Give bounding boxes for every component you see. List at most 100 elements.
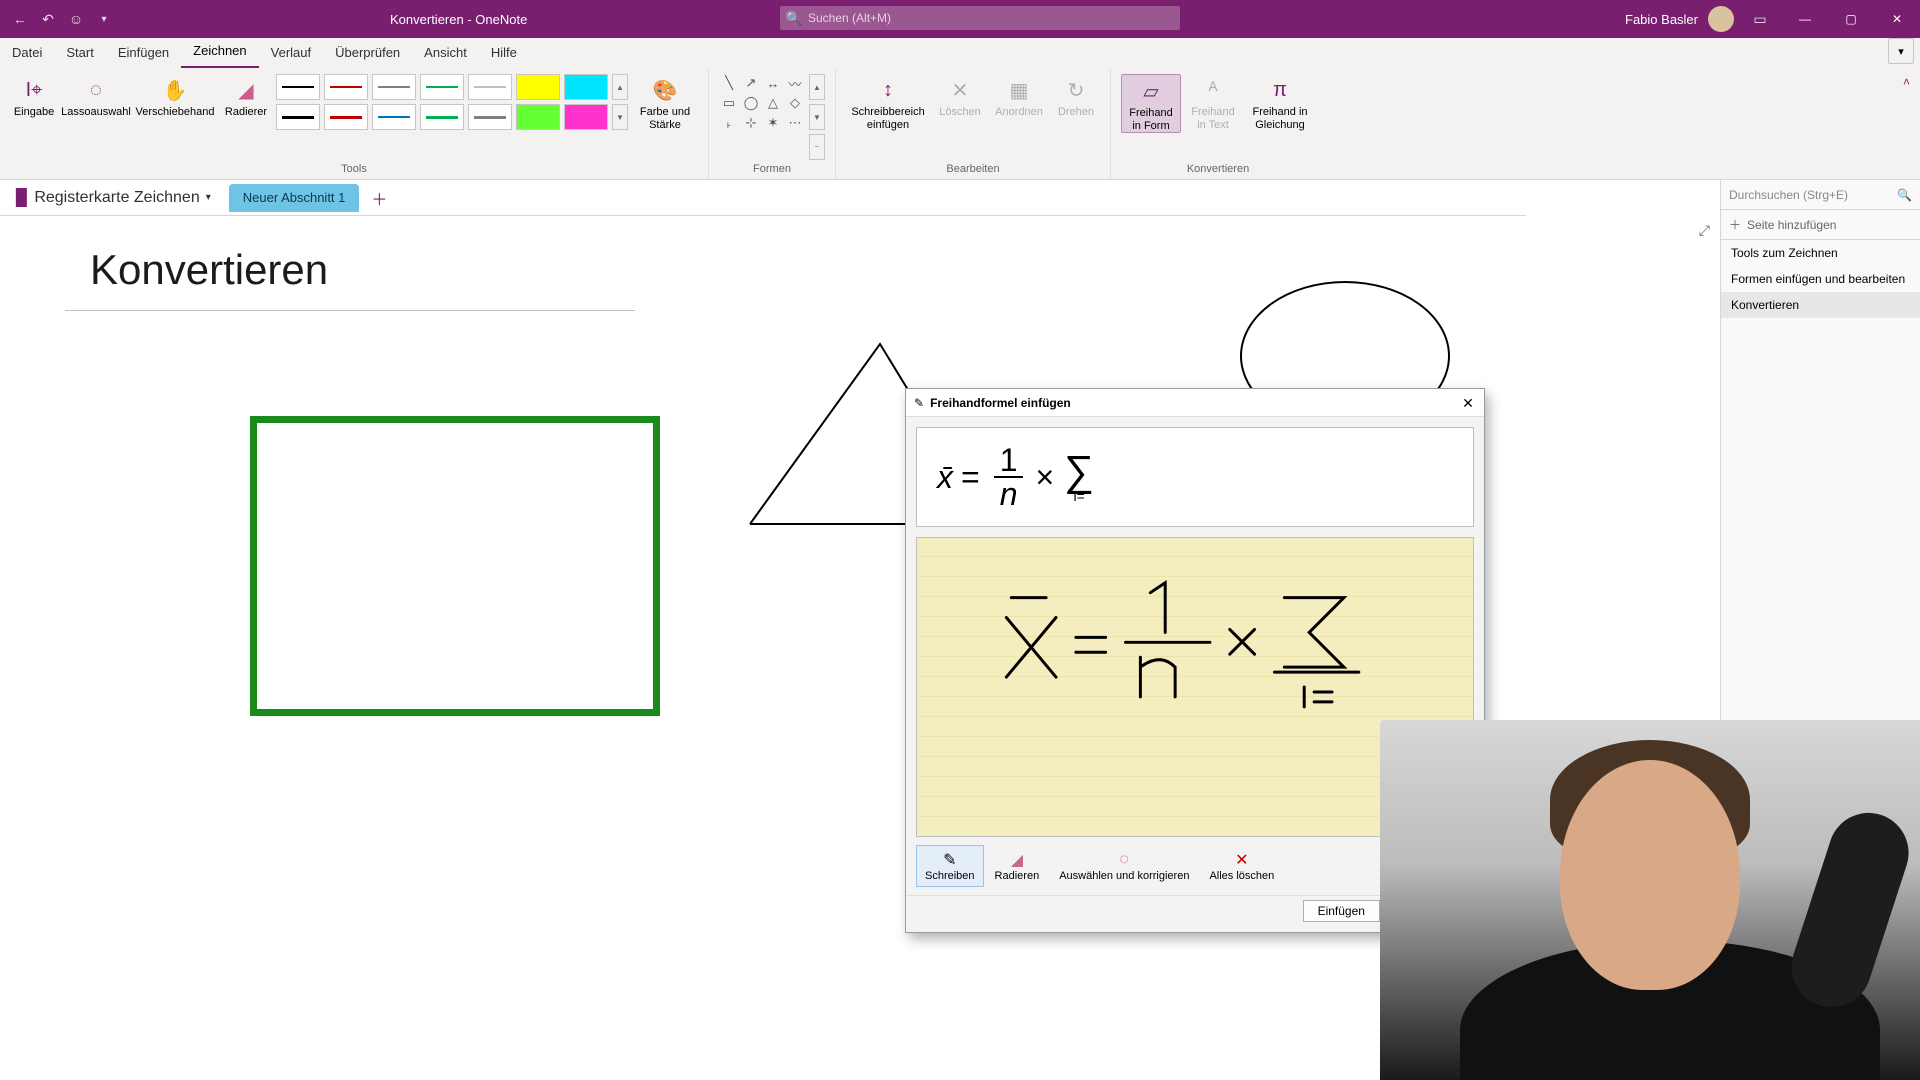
page-search[interactable]: Durchsuchen (Strg+E) 🔍	[1721, 180, 1920, 210]
tab-verlauf[interactable]: Verlauf	[259, 39, 323, 68]
hand-icon: ✋	[161, 76, 189, 104]
page-item-0[interactable]: Tools zum Zeichnen	[1721, 240, 1920, 266]
page-item-2[interactable]: Konvertieren	[1721, 292, 1920, 318]
window-title: Konvertieren - OneNote	[390, 12, 527, 27]
shape-double-arrow[interactable]: ↔	[763, 74, 783, 92]
shape-rect[interactable]: ▭	[719, 94, 739, 112]
tool-write[interactable]: ✎ Schreiben	[916, 845, 984, 887]
pen-silver[interactable]	[468, 74, 512, 100]
undo-icon[interactable]: ↶	[40, 11, 56, 27]
gallery-more-icon[interactable]: ▼	[612, 104, 628, 130]
gallery-up-icon[interactable]: ▲	[612, 74, 628, 100]
shape-triangle[interactable]: △	[763, 94, 783, 112]
pen-red[interactable]	[324, 74, 368, 100]
delete-icon: ✕	[946, 76, 974, 104]
ink-to-shape-button[interactable]: ▱ Freihand in Form	[1121, 74, 1181, 133]
emoji-icon[interactable]: ☺	[68, 11, 84, 27]
eraser-button[interactable]: ◢ Radierer	[220, 74, 272, 119]
pen-blue[interactable]	[372, 104, 416, 130]
dialog-insert-button[interactable]: Einfügen	[1303, 900, 1380, 922]
ribbon-display-icon[interactable]: ▭	[1752, 11, 1768, 27]
shape-axis[interactable]: ˫	[719, 114, 739, 132]
qat-dropdown-icon[interactable]: ▾	[96, 11, 112, 27]
shapes-down-icon[interactable]: ▼	[809, 104, 825, 130]
page-title[interactable]: Konvertieren	[90, 246, 328, 294]
title-bar: ← ↶ ☺ ▾ Konvertieren - OneNote 🔍 Fabio B…	[0, 0, 1920, 38]
shape-curve[interactable]: 〰	[785, 74, 805, 92]
section-tab[interactable]: Neuer Abschnitt 1	[229, 184, 360, 212]
ribbon: I⌖ Eingabe ◌ Lassoauswahl ✋ Verschiebeha…	[0, 68, 1920, 180]
shape-diamond[interactable]: ◇	[785, 94, 805, 112]
lasso-button[interactable]: ◌ Lassoauswahl	[62, 74, 130, 119]
user-avatar[interactable]	[1708, 6, 1734, 32]
shape-line[interactable]: ╲	[719, 74, 739, 92]
tab-zeichnen[interactable]: Zeichnen	[181, 37, 258, 68]
pen-green-thick[interactable]	[420, 104, 464, 130]
pen-black-thin[interactable]	[276, 74, 320, 100]
shape-more[interactable]: ⋯	[785, 114, 805, 132]
tab-einfuegen[interactable]: Einfügen	[106, 39, 181, 68]
close-window-button[interactable]: ✕	[1874, 0, 1920, 38]
tab-datei[interactable]: Datei	[0, 39, 54, 68]
dialog-close-button[interactable]: ✕	[1458, 393, 1478, 413]
add-page-button[interactable]: ＋ Seite hinzufügen	[1721, 210, 1920, 240]
eingabe-button[interactable]: I⌖ Eingabe	[10, 74, 58, 119]
ink-to-math-button[interactable]: π Freihand in Gleichung	[1245, 74, 1315, 131]
group-label-bearbeiten: Bearbeiten	[946, 161, 999, 177]
minimize-button[interactable]: —	[1782, 0, 1828, 38]
tab-ansicht[interactable]: Ansicht	[412, 39, 479, 68]
tool-select-correct[interactable]: ◌ Auswählen und korrigieren	[1050, 845, 1198, 887]
pen-red-thick[interactable]	[324, 104, 368, 130]
eraser-icon: ◢	[1011, 850, 1023, 870]
tab-start[interactable]: Start	[54, 39, 105, 68]
pen-gray[interactable]	[372, 74, 416, 100]
shapes-more-icon[interactable]: ⎯	[809, 134, 825, 160]
nav-back-icon[interactable]: ←	[12, 11, 28, 27]
fullscreen-icon[interactable]: ⤢	[1699, 222, 1710, 239]
menu-bar: Datei Start Einfügen Zeichnen Verlauf Üb…	[0, 38, 1920, 68]
hl-cyan[interactable]	[564, 74, 608, 100]
pen-black-thick[interactable]	[276, 104, 320, 130]
page-search-placeholder: Durchsuchen (Strg+E)	[1729, 188, 1848, 202]
hl-magenta[interactable]	[564, 104, 608, 130]
color-thickness-button[interactable]: 🎨 Farbe und Stärke	[632, 74, 698, 131]
ink-shape-icon: ▱	[1137, 77, 1165, 105]
shape-axis2[interactable]: ⊹	[741, 114, 761, 132]
shape-arrow[interactable]: ↗	[741, 74, 761, 92]
title-underline	[65, 310, 635, 311]
equation-preview: x̄ = 1 n × ∑ i=	[916, 427, 1474, 527]
insert-space-button[interactable]: ↕ Schreibbereich einfügen	[846, 74, 930, 131]
tab-ueberpruefen[interactable]: Überprüfen	[323, 39, 412, 68]
search-box[interactable]: 🔍	[780, 6, 1180, 30]
drawn-rectangle[interactable]	[250, 416, 660, 716]
group-label-tools: Tools	[341, 161, 367, 177]
pen-gray-thick[interactable]	[468, 104, 512, 130]
add-section-button[interactable]: ＋	[367, 186, 391, 210]
shapes-up-icon[interactable]: ▲	[809, 74, 825, 100]
pen-gallery: ▲ ▼	[276, 74, 628, 130]
tool-erase[interactable]: ◢ Radieren	[986, 845, 1049, 887]
shape-axis3[interactable]: ✶	[763, 114, 783, 132]
collapse-ribbon-icon[interactable]: ˄	[1903, 75, 1910, 89]
shape-ellipse[interactable]: ◯	[741, 94, 761, 112]
eraser-icon: ◢	[232, 76, 260, 104]
ink-math-icon: π	[1266, 76, 1294, 104]
page-item-1[interactable]: Formen einfügen und bearbeiten	[1721, 266, 1920, 292]
pen-green[interactable]	[420, 74, 464, 100]
maximize-button[interactable]: ▢	[1828, 0, 1874, 38]
hand-button[interactable]: ✋ Verschiebehand	[134, 74, 216, 119]
plus-icon: ＋	[1729, 216, 1741, 233]
notebook-dropdown[interactable]: ▉ Registerkarte Zeichnen ▾	[6, 188, 221, 208]
user-name[interactable]: Fabio Basler	[1625, 12, 1698, 27]
chevron-down-icon: ▾	[206, 192, 211, 203]
tab-hilfe[interactable]: Hilfe	[479, 39, 529, 68]
hl-yellow[interactable]	[516, 74, 560, 100]
hl-green[interactable]	[516, 104, 560, 130]
search-input[interactable]	[802, 11, 1180, 25]
lasso-icon: ◌	[1120, 850, 1130, 870]
dialog-title: Freihandformel einfügen	[930, 396, 1071, 410]
notebook-name: Registerkarte Zeichnen	[34, 189, 199, 207]
tool-clear-all[interactable]: ✕ Alles löschen	[1200, 845, 1283, 887]
ink-to-text-button: ᴬ Freihand in Text	[1185, 74, 1241, 131]
mode-switch-button[interactable]: ▾	[1888, 38, 1914, 64]
